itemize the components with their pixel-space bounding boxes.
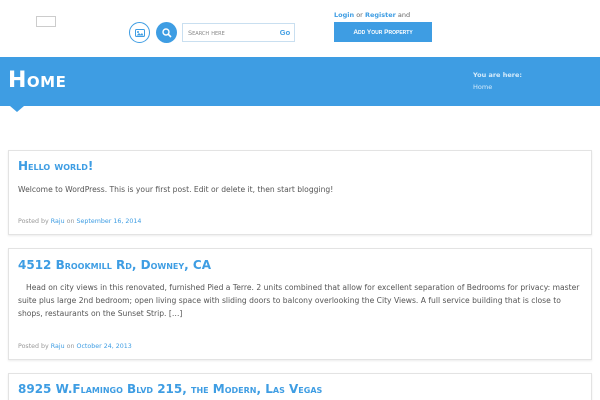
or-text: or	[356, 11, 363, 19]
page-title: Home	[8, 68, 67, 93]
and-text: and	[397, 11, 411, 19]
banner-pointer	[10, 106, 24, 112]
post-author-link[interactable]: Raju	[51, 343, 65, 350]
search-toggle-button[interactable]	[156, 22, 177, 43]
add-property-button[interactable]: Add Your Property	[334, 22, 432, 42]
breadcrumb-home-link[interactable]: Home	[473, 83, 492, 91]
post-card: Hello world! Welcome to WordPress. This …	[8, 150, 592, 235]
search-icon	[161, 27, 172, 38]
image-icon	[134, 28, 145, 37]
post-title-link[interactable]: 4512 Brookmill Rd, Downey, CA	[18, 258, 211, 272]
post-excerpt: Welcome to WordPress. This is your first…	[18, 185, 334, 194]
breadcrumb-label: You are here:	[473, 71, 522, 79]
page-banner: Home You are here: Home	[0, 57, 600, 106]
post-meta: Posted by Raju on September 16, 2014	[18, 218, 141, 225]
post-author-link[interactable]: Raju	[51, 218, 65, 225]
on-label: on	[66, 218, 75, 225]
image-search-button[interactable]	[129, 22, 150, 43]
login-link[interactable]: Login	[334, 11, 354, 19]
post-title-link[interactable]: Hello world!	[18, 159, 93, 173]
on-label: on	[66, 343, 75, 350]
post-card: 8925 W.Flamingo Blvd 215, the Modern, La…	[8, 373, 592, 400]
post-title-link[interactable]: 8925 W.Flamingo Blvd 215, the Modern, La…	[18, 382, 322, 396]
register-link[interactable]: Register	[365, 11, 396, 19]
posted-by-label: Posted by	[18, 343, 49, 350]
posted-by-label: Posted by	[18, 218, 49, 225]
site-header: Go Login or Register and Add Your Proper…	[0, 0, 600, 57]
search-go-button[interactable]: Go	[276, 24, 294, 41]
post-date-link[interactable]: September 16, 2014	[77, 218, 142, 225]
post-date-link[interactable]: October 24, 2013	[77, 343, 132, 350]
post-meta: Posted by Raju on October 24, 2013	[18, 343, 132, 350]
auth-links: Login or Register and	[334, 11, 410, 19]
site-logo[interactable]	[36, 16, 56, 27]
post-excerpt: Head on city views in this renovated, fu…	[18, 283, 580, 318]
post-card: 4512 Brookmill Rd, Downey, CA Head on ci…	[8, 248, 592, 360]
